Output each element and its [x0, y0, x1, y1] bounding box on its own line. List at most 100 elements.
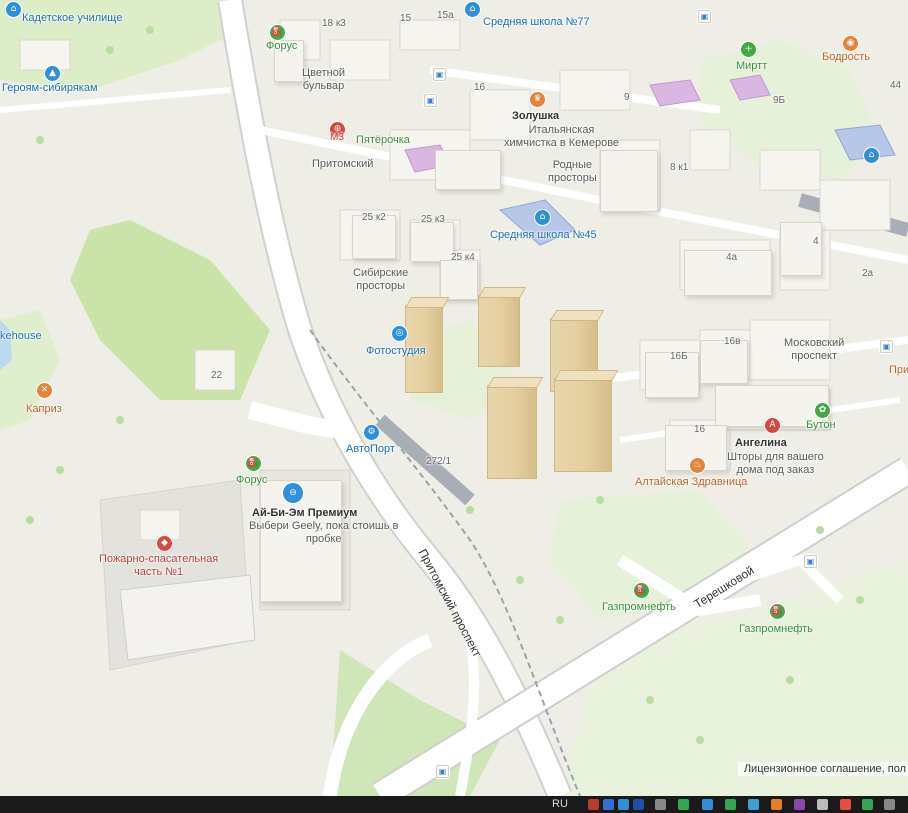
building [435, 150, 501, 190]
label-house: 22 [211, 370, 223, 381]
tray-app-icon[interactable] [794, 799, 805, 810]
label-gazprom1[interactable]: Газпромнефть [602, 601, 676, 614]
building [440, 260, 478, 300]
label-tsvetnoy[interactable]: Цветной бульвар [302, 67, 345, 93]
label-school45[interactable]: Средняя школа №45 [490, 229, 597, 242]
label-mirt[interactable]: Миртт [736, 60, 767, 73]
school-icon[interactable]: ⌂ [465, 2, 480, 17]
label-pozharno[interactable]: Пожарно-спасательная часть №1 [99, 553, 218, 579]
camera-icon[interactable]: ◎ [392, 326, 407, 341]
tray-app-icon[interactable] [817, 799, 828, 810]
building [780, 222, 822, 276]
taskbar: RU [0, 796, 908, 813]
label-rodnye[interactable]: Родные просторы [548, 159, 597, 185]
highrise-tower[interactable] [478, 295, 520, 367]
label-house: 25 к2 [362, 212, 386, 223]
label-forus-top[interactable]: Форус [266, 40, 297, 53]
label-altayskaya[interactable]: Алтайская Здравница [635, 476, 747, 489]
label-house: 4 [813, 236, 819, 247]
label-house: 16 [474, 82, 486, 93]
fuel-icon[interactable]: ⛽ [270, 25, 285, 40]
bus-stop-icon[interactable]: ▣ [880, 340, 893, 353]
label-pritomsky[interactable]: Притомский [312, 158, 373, 171]
label-heroes[interactable]: Героям-сибирякам [2, 82, 98, 95]
school-icon[interactable]: ⌂ [535, 210, 550, 225]
label-zolushka[interactable]: Золушка [512, 110, 559, 123]
school-icon[interactable]: ⌂ [6, 2, 21, 17]
bus-stop-icon[interactable]: ▣ [424, 94, 437, 107]
license-link[interactable]: Лицензионное соглашение, пол [737, 762, 908, 776]
label-school77[interactable]: Средняя школа №77 [483, 16, 590, 29]
park-area [70, 220, 270, 400]
bus-stop-icon[interactable]: ▣ [804, 555, 817, 568]
tray-app-icon[interactable] [748, 799, 759, 810]
label-gazprom2[interactable]: Газпромнефть [739, 623, 813, 636]
building [600, 150, 658, 212]
label-house: 9 [624, 92, 630, 103]
map-canvas[interactable]: ⌂ ▲ ⛽ ⌂ + ◉ ♛ ⊕ ⌂ ◎ ⌂ ✕ ⚙ A ✿ ♨ ⛽ ⊖ ◆ ⛽ … [0, 0, 908, 796]
label-bodrost[interactable]: Бодрость [822, 51, 870, 64]
tray-app-icon[interactable] [588, 799, 599, 810]
school-icon[interactable]: ⌂ [864, 148, 879, 163]
flower-icon[interactable]: ✿ [815, 403, 830, 418]
store-icon[interactable]: A [765, 418, 780, 433]
tray-app-icon[interactable] [655, 799, 666, 810]
label-house: 18 к3 [322, 18, 346, 29]
label-house: 25 к4 [451, 252, 475, 263]
tray-app-icon[interactable] [702, 799, 713, 810]
label-house: 16 [694, 424, 706, 435]
label-angelina-sub: Шторы для вашего дома под заказ [727, 451, 824, 476]
label-house: 2а [862, 268, 874, 279]
tray-app-icon[interactable] [633, 799, 644, 810]
language-indicator[interactable]: RU [552, 797, 568, 811]
label-house: 8 к1 [670, 162, 689, 173]
label-pyaterochka[interactable]: Пятёрочка [356, 134, 410, 147]
fire-station-icon[interactable]: ◆ [157, 536, 172, 551]
tray-app-icon[interactable] [725, 799, 736, 810]
label-zolushka-sub: Итальянская химчистка в Кемерове [504, 124, 620, 149]
label-aibiem[interactable]: Ай-Би-Эм Премиум [252, 507, 357, 520]
label-house: 272/1 [426, 456, 452, 467]
tray-app-icon[interactable] [884, 799, 895, 810]
tray-app-icon[interactable] [603, 799, 614, 810]
label-forus-mid[interactable]: Форус [236, 474, 267, 487]
bus-stop-icon[interactable]: ▣ [433, 68, 446, 81]
label-kapriz[interactable]: Каприз [26, 403, 62, 416]
highrise-tower[interactable] [554, 378, 612, 472]
crown-icon[interactable]: ♛ [530, 92, 545, 107]
label-house: 4а [726, 252, 738, 263]
bus-stop-icon[interactable]: ▣ [698, 10, 711, 23]
car-dealer-icon[interactable]: ⊖ [283, 483, 303, 503]
tray-app-icon[interactable] [618, 799, 629, 810]
label-pri[interactable]: При [889, 364, 908, 377]
label-house: 25 к3 [421, 214, 445, 225]
restaurant-icon[interactable]: ✕ [37, 383, 52, 398]
label-house: 15а [437, 10, 454, 21]
tray-app-icon[interactable] [678, 799, 689, 810]
label-kehouse[interactable]: kehouse [0, 330, 42, 343]
tray-app-icon[interactable] [771, 799, 782, 810]
tray-app-icon[interactable] [862, 799, 873, 810]
label-aibiem-sub: Выбери Geely, пока стоишь в пробке [249, 520, 399, 545]
label-kadet[interactable]: Кадетское училище [22, 12, 122, 25]
fuel-icon[interactable]: ⛽ [246, 456, 261, 471]
label-angelina[interactable]: Ангелина [735, 437, 787, 450]
building [410, 222, 454, 262]
label-house: 44 [890, 80, 902, 91]
pharmacy-icon[interactable]: + [741, 42, 756, 57]
fitness-icon[interactable]: ◉ [843, 36, 858, 51]
fuel-icon[interactable]: ⛽ [770, 604, 785, 619]
tray-app-icon[interactable] [840, 799, 851, 810]
label-house: 9Б [773, 95, 786, 106]
health-icon[interactable]: ♨ [690, 458, 705, 473]
label-moskovsky[interactable]: Московский проспект [784, 337, 844, 363]
label-sibirskie[interactable]: Сибирские просторы [353, 267, 408, 293]
fuel-icon[interactable]: ⛽ [634, 583, 649, 598]
label-avtoport[interactable]: АвтоПорт [346, 443, 395, 456]
label-buton[interactable]: Бутон [806, 419, 836, 432]
monument-icon[interactable]: ▲ [45, 66, 60, 81]
car-service-icon[interactable]: ⚙ [364, 425, 379, 440]
bus-stop-icon[interactable]: ▣ [436, 765, 449, 778]
highrise-tower[interactable] [487, 385, 537, 479]
label-fotostudiya[interactable]: Фотостудия [366, 345, 426, 358]
